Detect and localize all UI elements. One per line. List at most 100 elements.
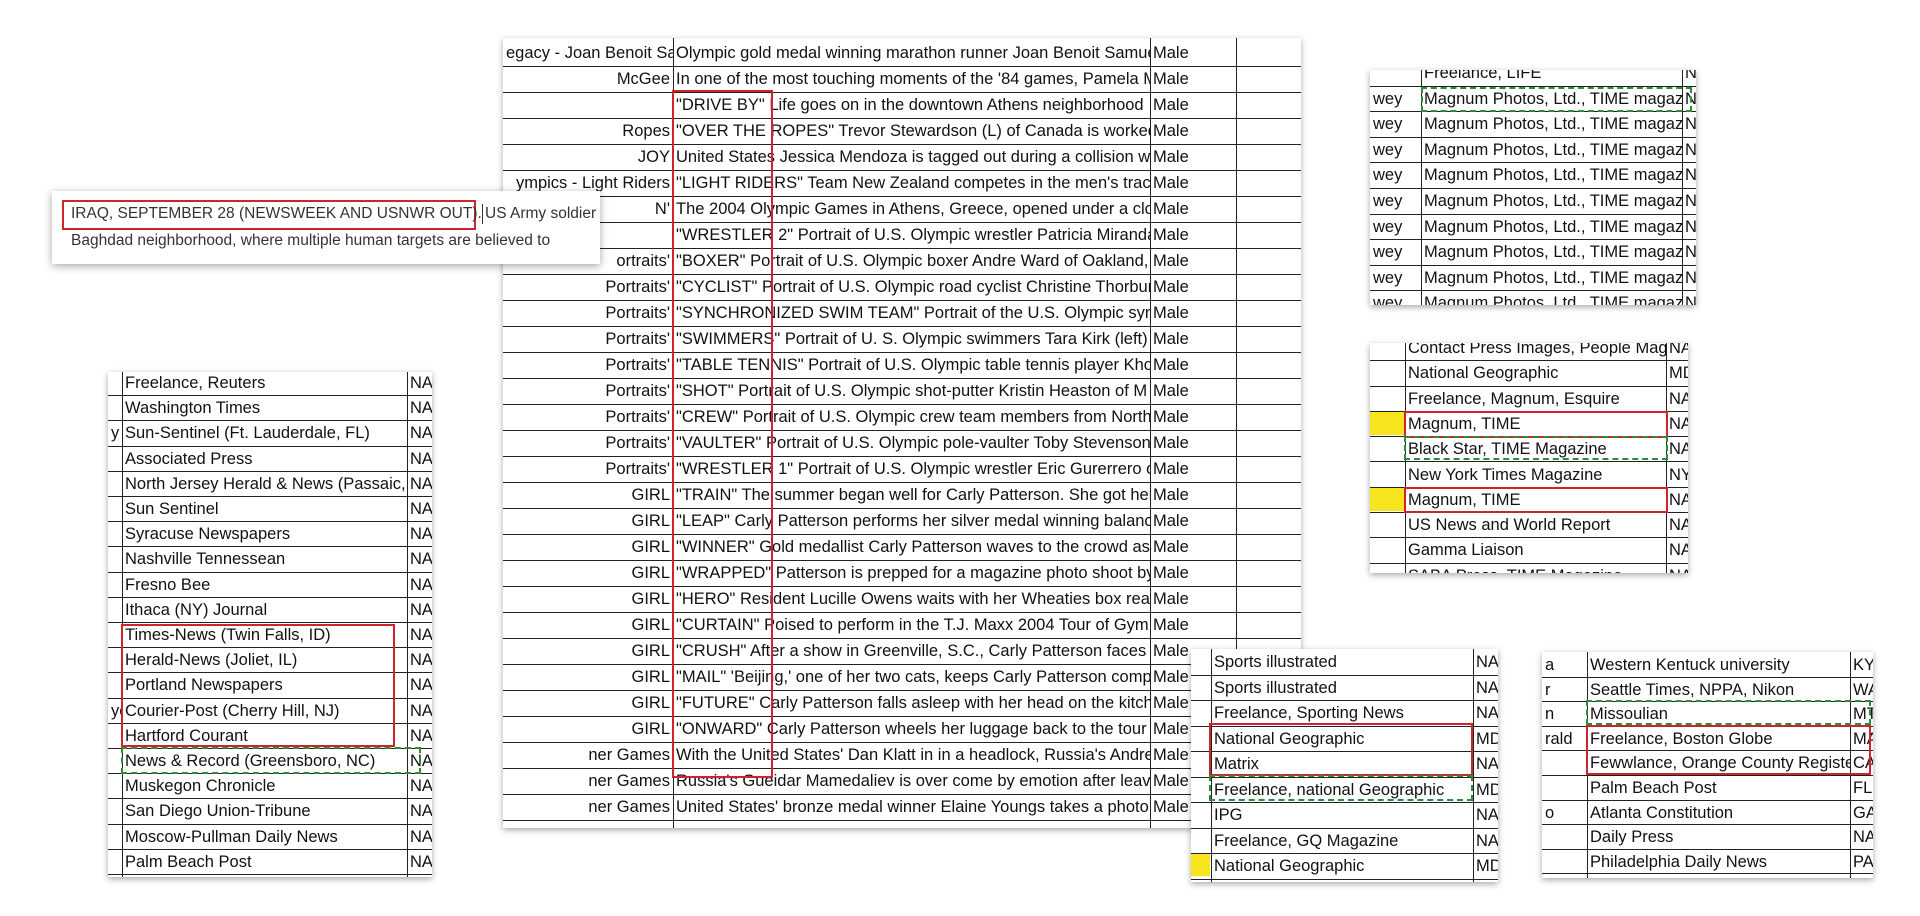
- table-cell[interactable]: [1542, 750, 1587, 775]
- table-cell[interactable]: "CYCLIST" Portrait of U.S. Olympic road …: [673, 274, 1150, 300]
- table-cell[interactable]: a: [1542, 652, 1587, 677]
- table-cell[interactable]: Male: [1150, 430, 1301, 456]
- table-cell[interactable]: NA: [1682, 86, 1696, 112]
- table-cell[interactable]: NA: [1473, 751, 1498, 777]
- table-cell[interactable]: GIRL: [503, 690, 673, 716]
- table-cell[interactable]: Portraits': [503, 352, 673, 378]
- table-cell[interactable]: GIRL: [503, 534, 673, 560]
- table-cell[interactable]: NA: [1666, 512, 1688, 537]
- table-cell[interactable]: NA: [1682, 290, 1696, 305]
- table-cell[interactable]: NA: [1666, 436, 1688, 461]
- table-cell[interactable]: Portland Newspapers: [122, 672, 407, 697]
- table-cell[interactable]: Gamma Liaison: [1405, 537, 1666, 562]
- table-cell[interactable]: Male: [1150, 534, 1301, 560]
- table-cell[interactable]: NA: [1682, 188, 1696, 214]
- table-cell[interactable]: Freelance, LIFE: [1421, 70, 1682, 86]
- table-cell[interactable]: San Diego Union-Tribune: [122, 798, 407, 823]
- table-cell[interactable]: [1542, 849, 1587, 874]
- table-cell[interactable]: FL: [1850, 775, 1873, 800]
- table-cell[interactable]: Sports illustrated: [1211, 675, 1473, 701]
- table-cell[interactable]: [503, 92, 673, 118]
- table-cell[interactable]: Magnum Photos, Ltd., TIME magazi: [1421, 86, 1682, 112]
- table-cell[interactable]: [1370, 360, 1405, 385]
- table-cell[interactable]: NA: [407, 824, 432, 849]
- table-cell[interactable]: NA: [1666, 386, 1688, 411]
- table-cell[interactable]: Male: [1150, 508, 1301, 534]
- table-cell[interactable]: NA: [407, 471, 432, 496]
- table-cell[interactable]: Missoulian: [1587, 701, 1850, 726]
- table-cell[interactable]: Portraits': [503, 300, 673, 326]
- table-cell[interactable]: Russia's Gueidar Mamedaliev is over come…: [673, 768, 1150, 794]
- table-cell[interactable]: NA: [1473, 700, 1498, 726]
- table-cell[interactable]: ner Games: [503, 768, 673, 794]
- table-cell[interactable]: "OVER THE ROPES" Trevor Stewardson (L) o…: [673, 118, 1150, 144]
- table-cell[interactable]: New York Times Magazine: [1405, 462, 1666, 487]
- table-cell[interactable]: [1370, 462, 1405, 487]
- table-cell[interactable]: NA: [407, 849, 432, 874]
- table-cell[interactable]: Portraits': [503, 274, 673, 300]
- table-cell[interactable]: wey: [1370, 214, 1421, 240]
- table-cell[interactable]: Male: [1150, 222, 1301, 248]
- table-cell[interactable]: Palm Beach Post: [122, 849, 407, 874]
- table-cell[interactable]: Magnum Photos, Ltd., TIME magazi: [1421, 111, 1682, 137]
- table-cell[interactable]: Portraits': [503, 404, 673, 430]
- table-cell[interactable]: CA: [1850, 750, 1873, 775]
- table-cell[interactable]: [108, 672, 122, 697]
- table-cell[interactable]: [108, 748, 122, 773]
- table-cell[interactable]: Male: [1150, 248, 1301, 274]
- table-cell[interactable]: [1370, 512, 1405, 537]
- table-cell[interactable]: NA: [407, 798, 432, 823]
- table-cell[interactable]: wey: [1370, 239, 1421, 265]
- table-cell[interactable]: Atlanta Constitution: [1587, 800, 1850, 825]
- table-cell[interactable]: Magnum Photos, Ltd., TIME magazi: [1421, 265, 1682, 291]
- table-cell[interactable]: [108, 723, 122, 748]
- table-cell[interactable]: IPG: [1211, 802, 1473, 828]
- table-cell[interactable]: Portraits': [503, 430, 673, 456]
- table-cell[interactable]: rald: [1542, 726, 1587, 751]
- table-cell[interactable]: NA: [407, 622, 432, 647]
- table-cell[interactable]: GIRL: [503, 664, 673, 690]
- table-cell[interactable]: NA: [1666, 537, 1688, 562]
- table-cell[interactable]: [108, 446, 122, 471]
- table-cell[interactable]: Washington Times: [122, 395, 407, 420]
- table-cell[interactable]: Male: [1150, 144, 1301, 170]
- table-cell[interactable]: Male: [1150, 170, 1301, 196]
- table-cell[interactable]: MD: [1473, 853, 1498, 879]
- table-cell[interactable]: NA: [407, 446, 432, 471]
- table-cell[interactable]: NA: [407, 372, 432, 395]
- table-cell[interactable]: "LEAP" Carly Patterson performs her silv…: [673, 508, 1150, 534]
- table-cell[interactable]: Associated Press: [122, 446, 407, 471]
- table-cell[interactable]: "FUTURE" Carly Patterson falls asleep wi…: [673, 690, 1150, 716]
- table-cell[interactable]: GIRL: [503, 716, 673, 742]
- table-cell[interactable]: Magnum, TIME: [1405, 487, 1666, 512]
- table-cell[interactable]: [1542, 775, 1587, 800]
- table-cell[interactable]: GIRL: [503, 560, 673, 586]
- table-cell[interactable]: [1370, 343, 1405, 360]
- table-cell[interactable]: Muskegon Chronicle: [122, 773, 407, 798]
- table-cell[interactable]: Male: [1150, 404, 1301, 430]
- table-cell[interactable]: "WRAPPED" Patterson is prepped for a mag…: [673, 560, 1150, 586]
- table-cell[interactable]: GA: [1850, 800, 1873, 825]
- table-cell[interactable]: Portraits': [503, 456, 673, 482]
- table-cell[interactable]: NA: [407, 698, 432, 723]
- table-cell[interactable]: The 2004 Olympic Games in Athens, Greece…: [673, 196, 1150, 222]
- table-cell[interactable]: MA: [1850, 726, 1873, 751]
- table-cell[interactable]: SABA Press, TIME Magazine: [1405, 563, 1666, 573]
- table-cell[interactable]: "CRUSH" After a show in Greenville, S.C.…: [673, 638, 1150, 664]
- table-cell[interactable]: [108, 521, 122, 546]
- table-cell[interactable]: National Geographic: [1211, 726, 1473, 752]
- table-cell[interactable]: [1370, 70, 1421, 86]
- table-cell[interactable]: NA: [1850, 824, 1873, 849]
- table-cell[interactable]: "HERO" Resident Lucille Owens waits with…: [673, 586, 1150, 612]
- table-cell[interactable]: "DRIVE BY" Life goes on in the downtown …: [673, 92, 1150, 118]
- table-cell[interactable]: "LIGHT RIDERS" Team New Zealand competes…: [673, 170, 1150, 196]
- table-cell[interactable]: NA: [1473, 649, 1498, 675]
- table-cell[interactable]: [108, 647, 122, 672]
- table-cell[interactable]: Freelance, Magnum, Esquire: [1405, 386, 1666, 411]
- table-cell[interactable]: NY: [1666, 462, 1688, 487]
- table-cell[interactable]: Male: [1150, 326, 1301, 352]
- table-cell[interactable]: Palm Beach Post: [1587, 775, 1850, 800]
- table-cell[interactable]: [1542, 824, 1587, 849]
- table-cell[interactable]: "WRESTLER 1" Portrait of U.S. Olympic wr…: [673, 456, 1150, 482]
- table-cell[interactable]: NA: [1666, 343, 1688, 360]
